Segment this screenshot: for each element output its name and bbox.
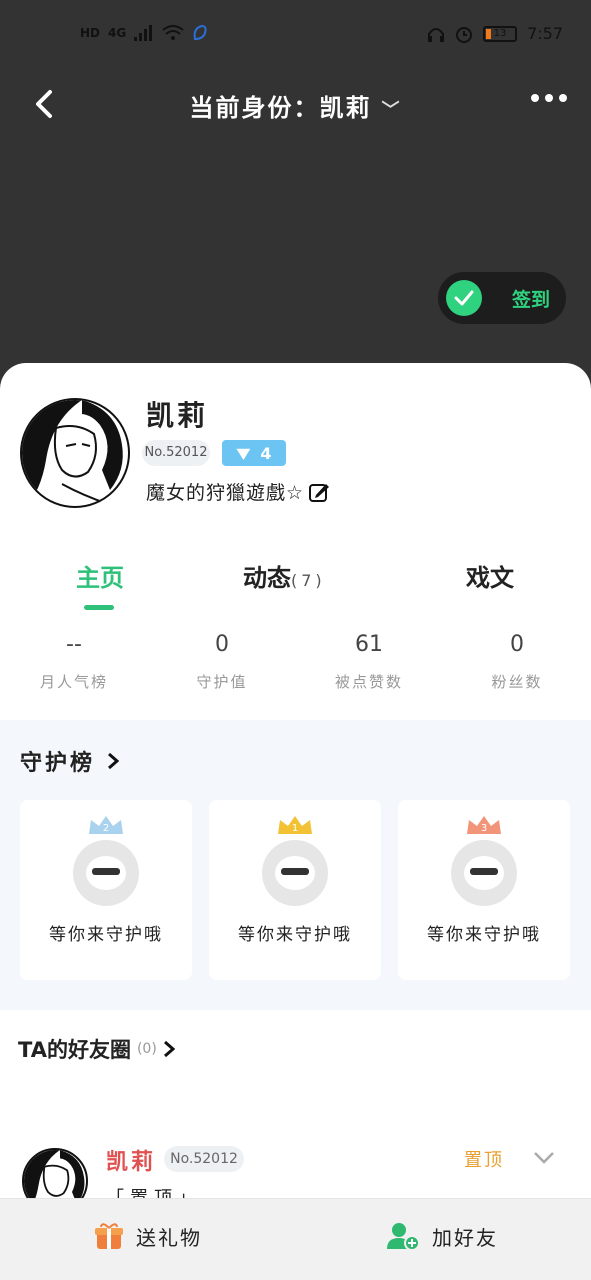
network-indicator: 4G bbox=[108, 26, 127, 40]
stat-monthly-popularity[interactable]: -- 月人气榜 bbox=[4, 632, 144, 692]
tab-feed-label: 动态 bbox=[243, 564, 291, 592]
user-number-badge: No.52012 bbox=[142, 440, 210, 466]
crown-icon: 3 bbox=[467, 816, 501, 834]
alarm-icon bbox=[456, 26, 473, 43]
top-nav: 当前身份：凯莉 ﹀ bbox=[0, 70, 591, 140]
wifi-icon bbox=[162, 25, 184, 40]
chevron-down-icon: ﹀ bbox=[381, 100, 402, 121]
signal-icon bbox=[134, 25, 153, 41]
empty-avatar-placeholder bbox=[262, 840, 328, 906]
tab-feed-count: (7) bbox=[291, 571, 326, 590]
crown-icon: 2 bbox=[89, 816, 123, 834]
guard-card-rank-2[interactable]: 2 等你来守护哦 bbox=[20, 800, 192, 980]
chevron-down-icon[interactable] bbox=[533, 1150, 555, 1166]
guard-card-rank-1[interactable]: 1 等你来守护哦 bbox=[209, 800, 381, 980]
checkin-label: 签到 bbox=[512, 288, 551, 311]
user-name: 凯莉 bbox=[146, 399, 209, 432]
stat-guard-value[interactable]: 0 守护值 bbox=[152, 632, 292, 692]
stat-value: -- bbox=[66, 632, 82, 657]
gift-icon bbox=[95, 1223, 123, 1249]
post-author-number: No.52012 bbox=[164, 1146, 244, 1172]
app-notification-icon bbox=[193, 24, 207, 41]
hd-indicator: HD bbox=[80, 26, 101, 40]
empty-avatar-placeholder bbox=[451, 840, 517, 906]
level-value: 4 bbox=[260, 443, 272, 463]
status-bar: HD 4G 13 7:57 bbox=[0, 0, 591, 70]
checkin-button[interactable]: 签到 bbox=[438, 272, 566, 324]
guard-title: 守护榜 bbox=[20, 751, 96, 776]
add-friend-button[interactable]: 加好友 bbox=[386, 1221, 498, 1251]
guard-ranking-link[interactable]: 守护榜 bbox=[20, 745, 120, 777]
stats-row: -- 月人气榜 0 守护值 61 被点赞数 0 粉丝数 bbox=[0, 632, 591, 702]
friends-title: TA的好友圈 bbox=[18, 1038, 131, 1062]
send-gift-button[interactable]: 送礼物 bbox=[94, 1221, 202, 1251]
tab-scripts-label: 戏文 bbox=[466, 564, 514, 592]
status-left: HD 4G bbox=[80, 24, 208, 42]
tab-home-label: 主页 bbox=[76, 564, 124, 592]
stat-label: 月人气榜 bbox=[39, 673, 108, 691]
bottom-action-bar: 送礼物 加好友 bbox=[0, 1198, 591, 1280]
status-right: 13 7:57 bbox=[427, 24, 563, 43]
empty-avatar-placeholder bbox=[73, 840, 139, 906]
stat-value: 0 bbox=[215, 632, 229, 657]
tab-scripts[interactable]: 戏文 bbox=[466, 558, 514, 593]
identity-switcher[interactable]: 当前身份：凯莉 ﹀ bbox=[0, 88, 591, 123]
friends-circle-link[interactable]: TA的好友圈 (0) bbox=[18, 1034, 175, 1064]
send-gift-label: 送礼物 bbox=[136, 1225, 202, 1250]
status-time: 7:57 bbox=[527, 24, 563, 43]
headphones-icon bbox=[428, 27, 445, 42]
edit-icon[interactable] bbox=[308, 481, 330, 503]
guard-card-text: 等你来守护哦 bbox=[49, 925, 163, 945]
chevron-right-icon bbox=[163, 1040, 175, 1058]
avatar[interactable] bbox=[20, 398, 130, 508]
add-friend-icon bbox=[387, 1223, 420, 1251]
nav-title-text: 当前身份：凯莉 bbox=[189, 94, 372, 122]
crown-rank: 2 bbox=[103, 823, 109, 834]
profile-tabs: 主页 动态(7) 戏文 bbox=[0, 550, 591, 610]
guard-card-text: 等你来守护哦 bbox=[238, 925, 352, 945]
crown-rank: 1 bbox=[292, 823, 298, 834]
tab-home[interactable]: 主页 bbox=[76, 558, 124, 593]
stat-label: 守护值 bbox=[196, 673, 248, 691]
pinned-label: 置顶 bbox=[464, 1150, 504, 1171]
stat-label: 被点赞数 bbox=[334, 673, 403, 691]
stat-label: 粉丝数 bbox=[491, 673, 543, 691]
tab-feed[interactable]: 动态(7) bbox=[243, 558, 326, 593]
stat-fans[interactable]: 0 粉丝数 bbox=[447, 632, 587, 692]
guard-card-rank-3[interactable]: 3 等你来守护哦 bbox=[398, 800, 570, 980]
bio-text: 魔女的狩獵遊戲☆ bbox=[146, 482, 305, 504]
chevron-right-icon bbox=[108, 752, 120, 770]
stat-value: 0 bbox=[510, 632, 524, 657]
friends-count: (0) bbox=[136, 1041, 157, 1057]
active-tab-indicator bbox=[84, 605, 114, 610]
user-bio: 魔女的狩獵遊戲☆ bbox=[146, 478, 330, 505]
battery-indicator: 13 bbox=[483, 25, 518, 42]
crown-icon: 1 bbox=[278, 816, 312, 834]
more-menu-icon[interactable] bbox=[531, 94, 567, 102]
level-badge: 4 bbox=[222, 440, 286, 466]
post-author-name: 凯莉 bbox=[106, 1150, 157, 1175]
add-friend-label: 加好友 bbox=[432, 1225, 498, 1250]
crown-rank: 3 bbox=[481, 823, 487, 834]
stat-likes[interactable]: 61 被点赞数 bbox=[299, 632, 439, 692]
check-icon bbox=[446, 280, 482, 316]
diamond-icon bbox=[236, 448, 251, 460]
stat-value: 61 bbox=[355, 632, 383, 657]
guard-card-text: 等你来守护哦 bbox=[427, 925, 541, 945]
